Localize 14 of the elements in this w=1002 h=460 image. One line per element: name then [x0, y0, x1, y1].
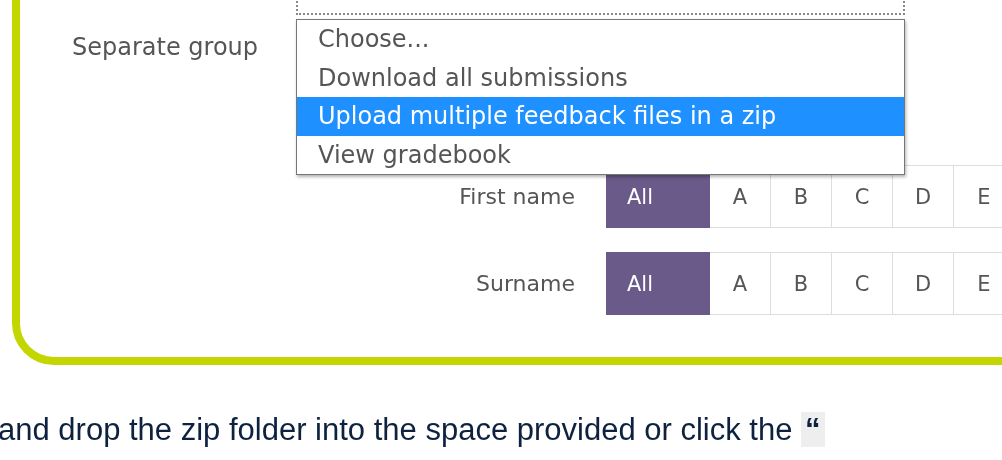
dropdown-option[interactable]: Choose...	[297, 20, 904, 59]
letter-filter-button[interactable]: D	[893, 252, 954, 315]
letter-filter-button[interactable]: All	[606, 252, 710, 315]
instruction-text: and drop the zip folder into the space provided or click the “	[0, 412, 1002, 448]
letter-filter-button[interactable]: E	[954, 252, 1002, 315]
letter-filter-button[interactable]: C	[832, 252, 893, 315]
dropdown-option[interactable]: Download all submissions	[297, 58, 904, 97]
filter-label: First name	[458, 184, 575, 209]
letter-filter-button[interactable]: E	[954, 165, 1002, 228]
group-label: Separate group	[72, 33, 259, 61]
letter-filter-button[interactable]: A	[710, 252, 771, 315]
filter-label: Surname	[475, 271, 575, 296]
letter-filter-button[interactable]: B	[771, 252, 832, 315]
letter-filter-button[interactable]: D	[893, 165, 954, 228]
